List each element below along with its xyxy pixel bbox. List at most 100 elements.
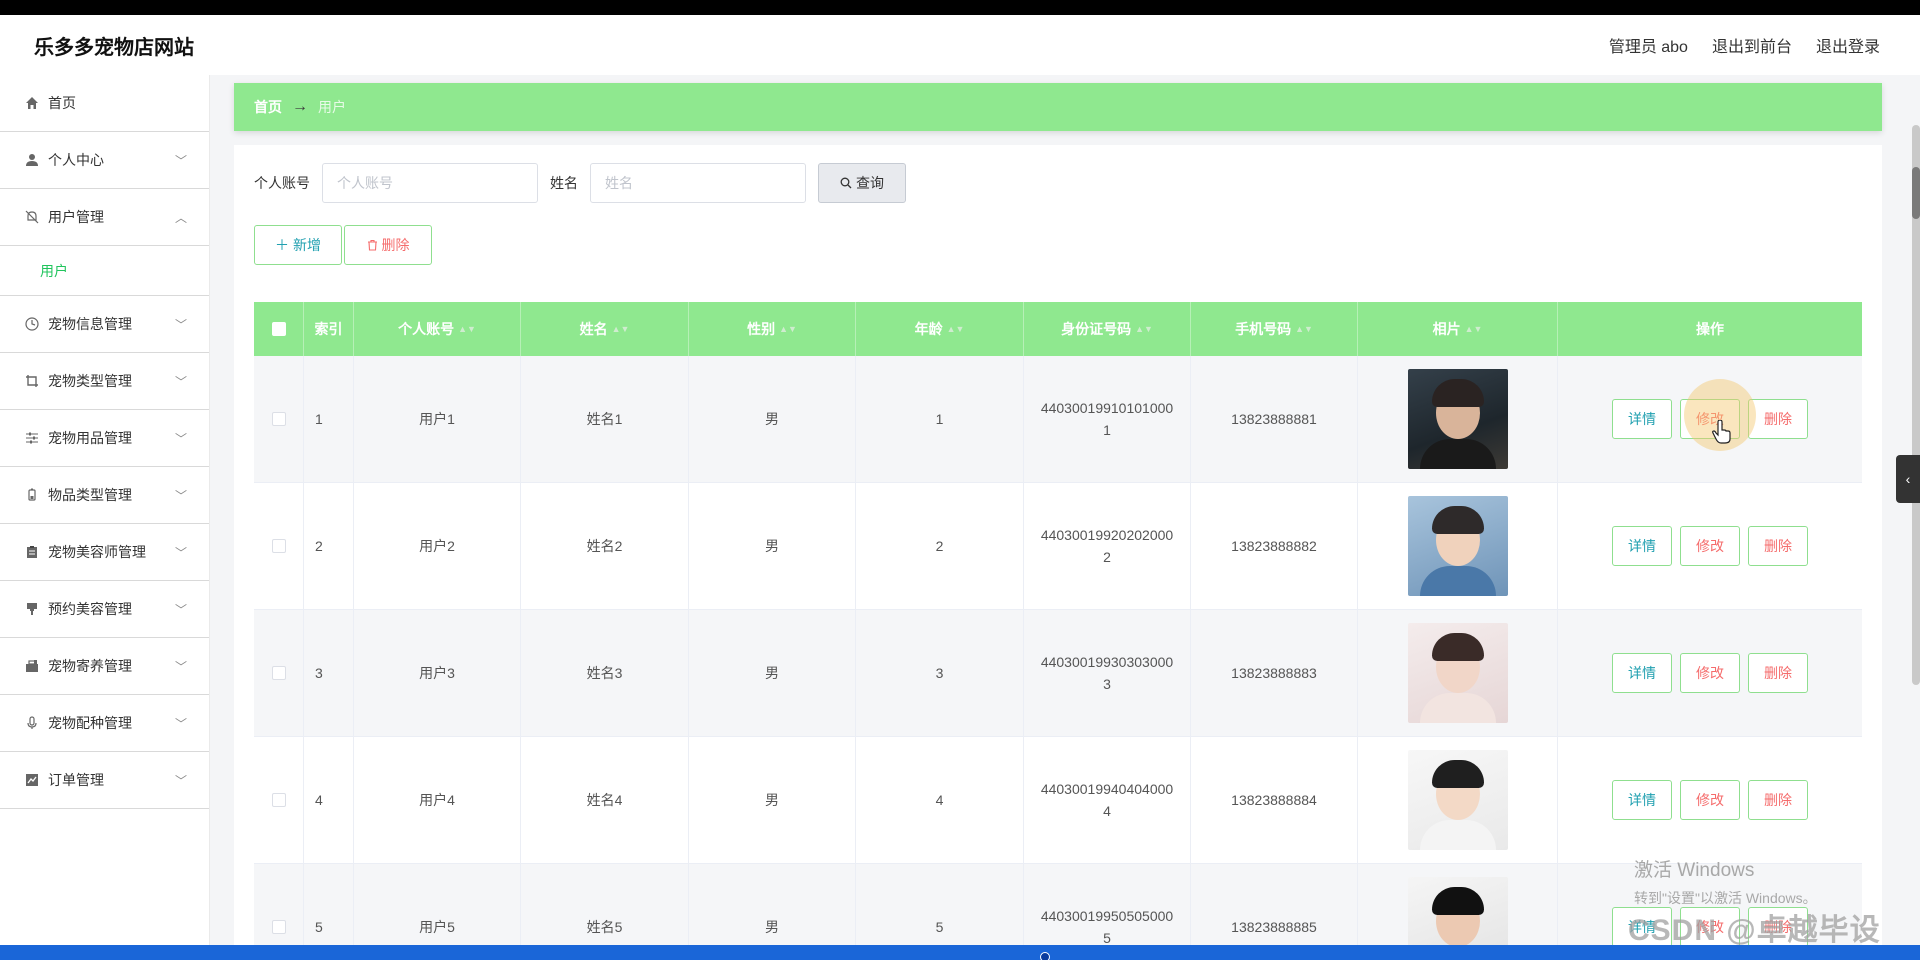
- admin-label: 管理员 abo: [1608, 39, 1688, 56]
- select-all-checkbox[interactable]: [271, 322, 286, 336]
- column-header-photo[interactable]: 相片 ▲▼: [1358, 302, 1558, 356]
- chevron-down-icon: ﹀: [174, 489, 187, 503]
- delete-button[interactable]: 删除: [1748, 526, 1808, 566]
- sidebar-item-groomer[interactable]: 宠物美容师管理 ﹀: [0, 524, 209, 581]
- column-header-name[interactable]: 姓名 ▲▼: [521, 302, 689, 356]
- cell-actions: 详情 修改 删除: [1558, 737, 1862, 863]
- sidebar: 首页 个人中心 ﹀ 用户管理 ︿ 用户 宠物信息管理 ﹀ 宠物类型管理 ﹀ 宠物…: [0, 75, 210, 945]
- detail-button[interactable]: 详情: [1612, 399, 1672, 439]
- sidebar-subitem-users[interactable]: 用户: [0, 246, 209, 296]
- row-actions: 详情 修改 删除: [1612, 399, 1808, 439]
- edit-button[interactable]: 修改: [1680, 399, 1740, 439]
- name-search-input[interactable]: [590, 163, 806, 203]
- cell-name: 姓名5: [521, 864, 689, 945]
- sidebar-item-pet-supplies[interactable]: 宠物用品管理 ﹀: [0, 410, 209, 467]
- cell-name: 姓名1: [521, 356, 689, 482]
- query-button[interactable]: 查询: [818, 163, 906, 203]
- sidebar-item-boarding[interactable]: 宠物寄养管理 ﹀: [0, 638, 209, 695]
- sidebar-item-grooming-appointment[interactable]: 预约美容管理 ﹀: [0, 581, 209, 638]
- cell-id-card: 440300199202020002: [1024, 483, 1191, 609]
- cell-photo: [1358, 483, 1558, 609]
- column-header-age[interactable]: 年龄 ▲▼: [856, 302, 1024, 356]
- column-header-gender[interactable]: 性别 ▲▼: [689, 302, 856, 356]
- cell-id-card: 440300199404040004: [1024, 737, 1191, 863]
- cell-account: 用户3: [354, 610, 521, 736]
- id-card-value: 440300199202020002: [1040, 527, 1174, 565]
- delete-button[interactable]: 删除: [1748, 653, 1808, 693]
- trash-icon: [367, 239, 378, 251]
- sidebar-item-home[interactable]: 首页: [0, 75, 209, 132]
- sidebar-item-orders[interactable]: 订单管理 ﹀: [0, 752, 209, 809]
- cell-name: 姓名3: [521, 610, 689, 736]
- page-scrollbar[interactable]: [1912, 125, 1920, 685]
- row-actions: 详情 修改 删除: [1612, 653, 1808, 693]
- edit-button[interactable]: 修改: [1680, 526, 1740, 566]
- detail-button[interactable]: 详情: [1612, 780, 1672, 820]
- column-header-phone[interactable]: 手机号码 ▲▼: [1191, 302, 1358, 356]
- batch-delete-button[interactable]: 删除: [344, 225, 432, 265]
- column-header-id-card[interactable]: 身份证号码 ▲▼: [1024, 302, 1191, 356]
- cell-photo: [1358, 864, 1558, 945]
- sidebar-item-pet-type[interactable]: 宠物类型管理 ﹀: [0, 353, 209, 410]
- row-checkbox[interactable]: [271, 539, 286, 553]
- column-header-account[interactable]: 个人账号 ▲▼: [354, 302, 521, 356]
- sidebar-item-user-management[interactable]: 用户管理 ︿: [0, 189, 209, 246]
- cell-phone: 13823888882: [1191, 483, 1358, 609]
- row-checkbox[interactable]: [271, 793, 286, 807]
- top-header: 乐多多宠物店网站 管理员 abo 退出到前台 退出登录: [0, 15, 1920, 75]
- taskbar-indicator: [1040, 952, 1050, 960]
- row-checkbox[interactable]: [271, 412, 286, 426]
- delete-button[interactable]: 删除: [1748, 399, 1808, 439]
- sidebar-item-profile[interactable]: 个人中心 ﹀: [0, 132, 209, 189]
- id-card-value: 440300199303030003: [1040, 654, 1174, 692]
- user-photo: [1407, 750, 1508, 850]
- detail-button[interactable]: 详情: [1612, 653, 1672, 693]
- watermark: CSDN @卓越毕设: [1628, 914, 1881, 945]
- sidebar-item-label: 物品类型管理: [48, 487, 132, 503]
- search-icon: [840, 177, 852, 189]
- add-button-label: 新增: [293, 237, 321, 253]
- chevron-down-icon: ﹀: [174, 154, 187, 168]
- sidebar-item-breeding[interactable]: 宠物配种管理 ﹀: [0, 695, 209, 752]
- scrollbar-thumb[interactable]: [1912, 167, 1920, 219]
- edit-button[interactable]: 修改: [1680, 780, 1740, 820]
- detail-button[interactable]: 详情: [1612, 526, 1672, 566]
- id-card-value: 440300199101010001: [1040, 400, 1174, 438]
- clock-icon: [24, 316, 40, 332]
- plus-icon: ＋: [275, 237, 289, 253]
- microphone-icon: [24, 715, 40, 731]
- user-icon: [24, 152, 40, 168]
- name-search-label: 姓名: [550, 175, 578, 191]
- chevron-down-icon: ﹀: [174, 774, 187, 788]
- logout-link[interactable]: 退出登录: [1816, 33, 1880, 57]
- edit-button[interactable]: 修改: [1680, 653, 1740, 693]
- cell-age: 2: [856, 483, 1024, 609]
- briefcase-icon: [24, 658, 40, 674]
- table-row: 5 用户5 姓名5 男 5 440300199505050005 1382388…: [254, 864, 1862, 945]
- windows-activation-title: 激活 Windows: [1634, 860, 1755, 881]
- row-select-cell: [254, 737, 304, 863]
- cell-gender: 男: [689, 483, 856, 609]
- breadcrumb-home[interactable]: 首页: [254, 97, 282, 117]
- chevron-down-icon: ﹀: [174, 375, 187, 389]
- cell-actions: 详情 修改 删除: [1558, 610, 1862, 736]
- add-button[interactable]: ＋ 新增: [254, 225, 342, 265]
- row-select-cell: [254, 610, 304, 736]
- collapse-panel-button[interactable]: ‹: [1896, 455, 1920, 503]
- sidebar-item-item-type[interactable]: 物品类型管理 ﹀: [0, 467, 209, 524]
- delete-button[interactable]: 删除: [1748, 780, 1808, 820]
- row-checkbox[interactable]: [271, 920, 286, 934]
- column-header-label: 索引: [314, 321, 343, 337]
- column-header-label: 年龄: [914, 321, 943, 337]
- site-title: 乐多多宠物店网站: [34, 37, 194, 59]
- sidebar-item-label: 个人中心: [48, 152, 104, 168]
- cell-id-card: 440300199505050005: [1024, 864, 1191, 945]
- top-links: 管理员 abo 退出到前台 退出登录: [1609, 33, 1880, 57]
- chevron-down-icon: ﹀: [174, 318, 187, 332]
- cell-phone: 13823888884: [1191, 737, 1358, 863]
- sidebar-item-pet-info[interactable]: 宠物信息管理 ﹀: [0, 296, 209, 353]
- front-link[interactable]: 退出到前台: [1712, 33, 1792, 57]
- row-checkbox[interactable]: [271, 666, 286, 680]
- account-search-input[interactable]: [322, 163, 538, 203]
- cell-gender: 男: [689, 356, 856, 482]
